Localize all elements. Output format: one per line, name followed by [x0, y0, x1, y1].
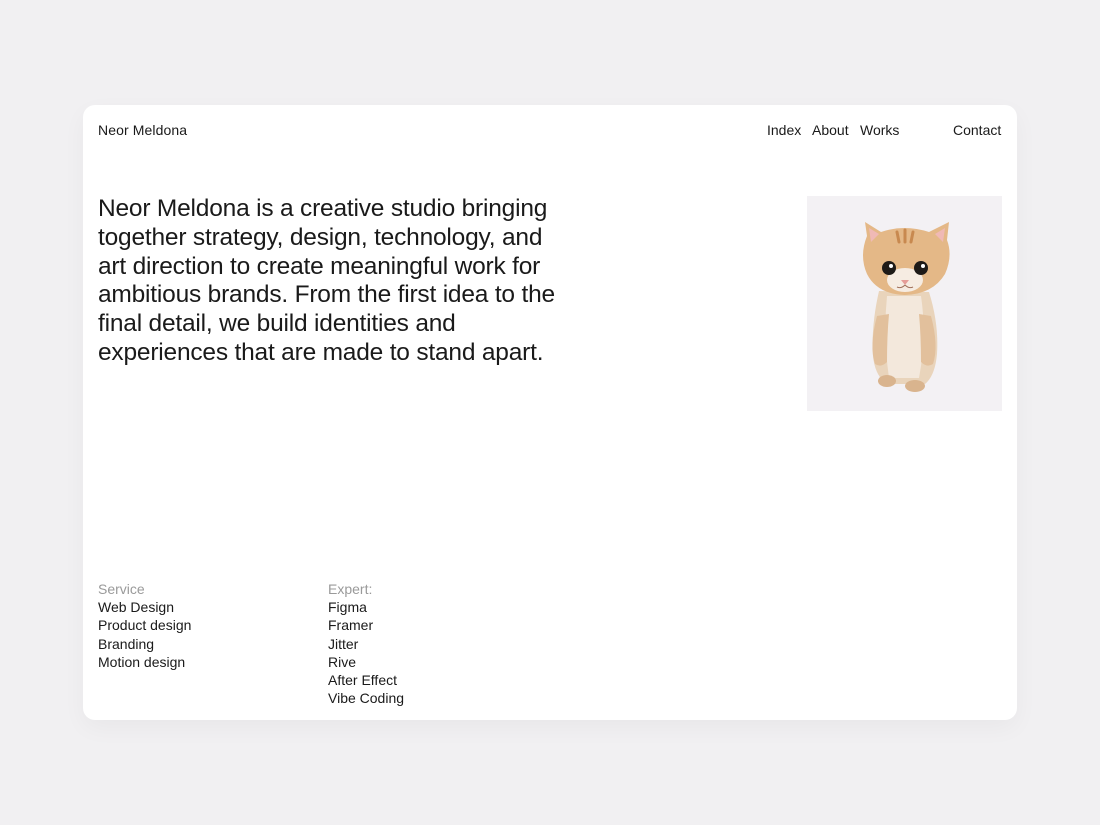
list-item: Framer [328, 617, 374, 634]
kitten-photo [807, 196, 1002, 411]
list-item: Product design [98, 617, 192, 634]
nav-link-index[interactable]: Index [767, 122, 801, 138]
main-card: Neor Meldona Index About Works Contact N… [83, 105, 1017, 720]
services-heading: Service [98, 581, 145, 597]
list-item: After Effect [328, 672, 397, 689]
list-item: Branding [98, 635, 155, 652]
list-item: Motion design [98, 653, 186, 670]
expertise-list: Expert: Figma Framer Jitter Rive After E… [328, 580, 404, 707]
brand-name[interactable]: Neor Meldona [98, 122, 187, 138]
nav-link-contact[interactable]: Contact [953, 122, 1001, 138]
nav-link-about[interactable]: About [812, 122, 849, 138]
list-item: Rive [328, 653, 357, 670]
list-item: Figma [328, 599, 367, 616]
expertise-heading: Expert: [328, 581, 373, 597]
list-item: Web Design [98, 599, 175, 616]
nav-link-works[interactable]: Works [860, 122, 899, 138]
services-list: Service Web Design Product design Brandi… [98, 580, 191, 671]
kitten-illustration [863, 222, 950, 392]
intro-paragraph: Neor Meldona is a creative studio bringi… [98, 195, 555, 366]
list-item: Jitter [328, 635, 359, 652]
list-item: Vibe Coding [328, 690, 405, 707]
